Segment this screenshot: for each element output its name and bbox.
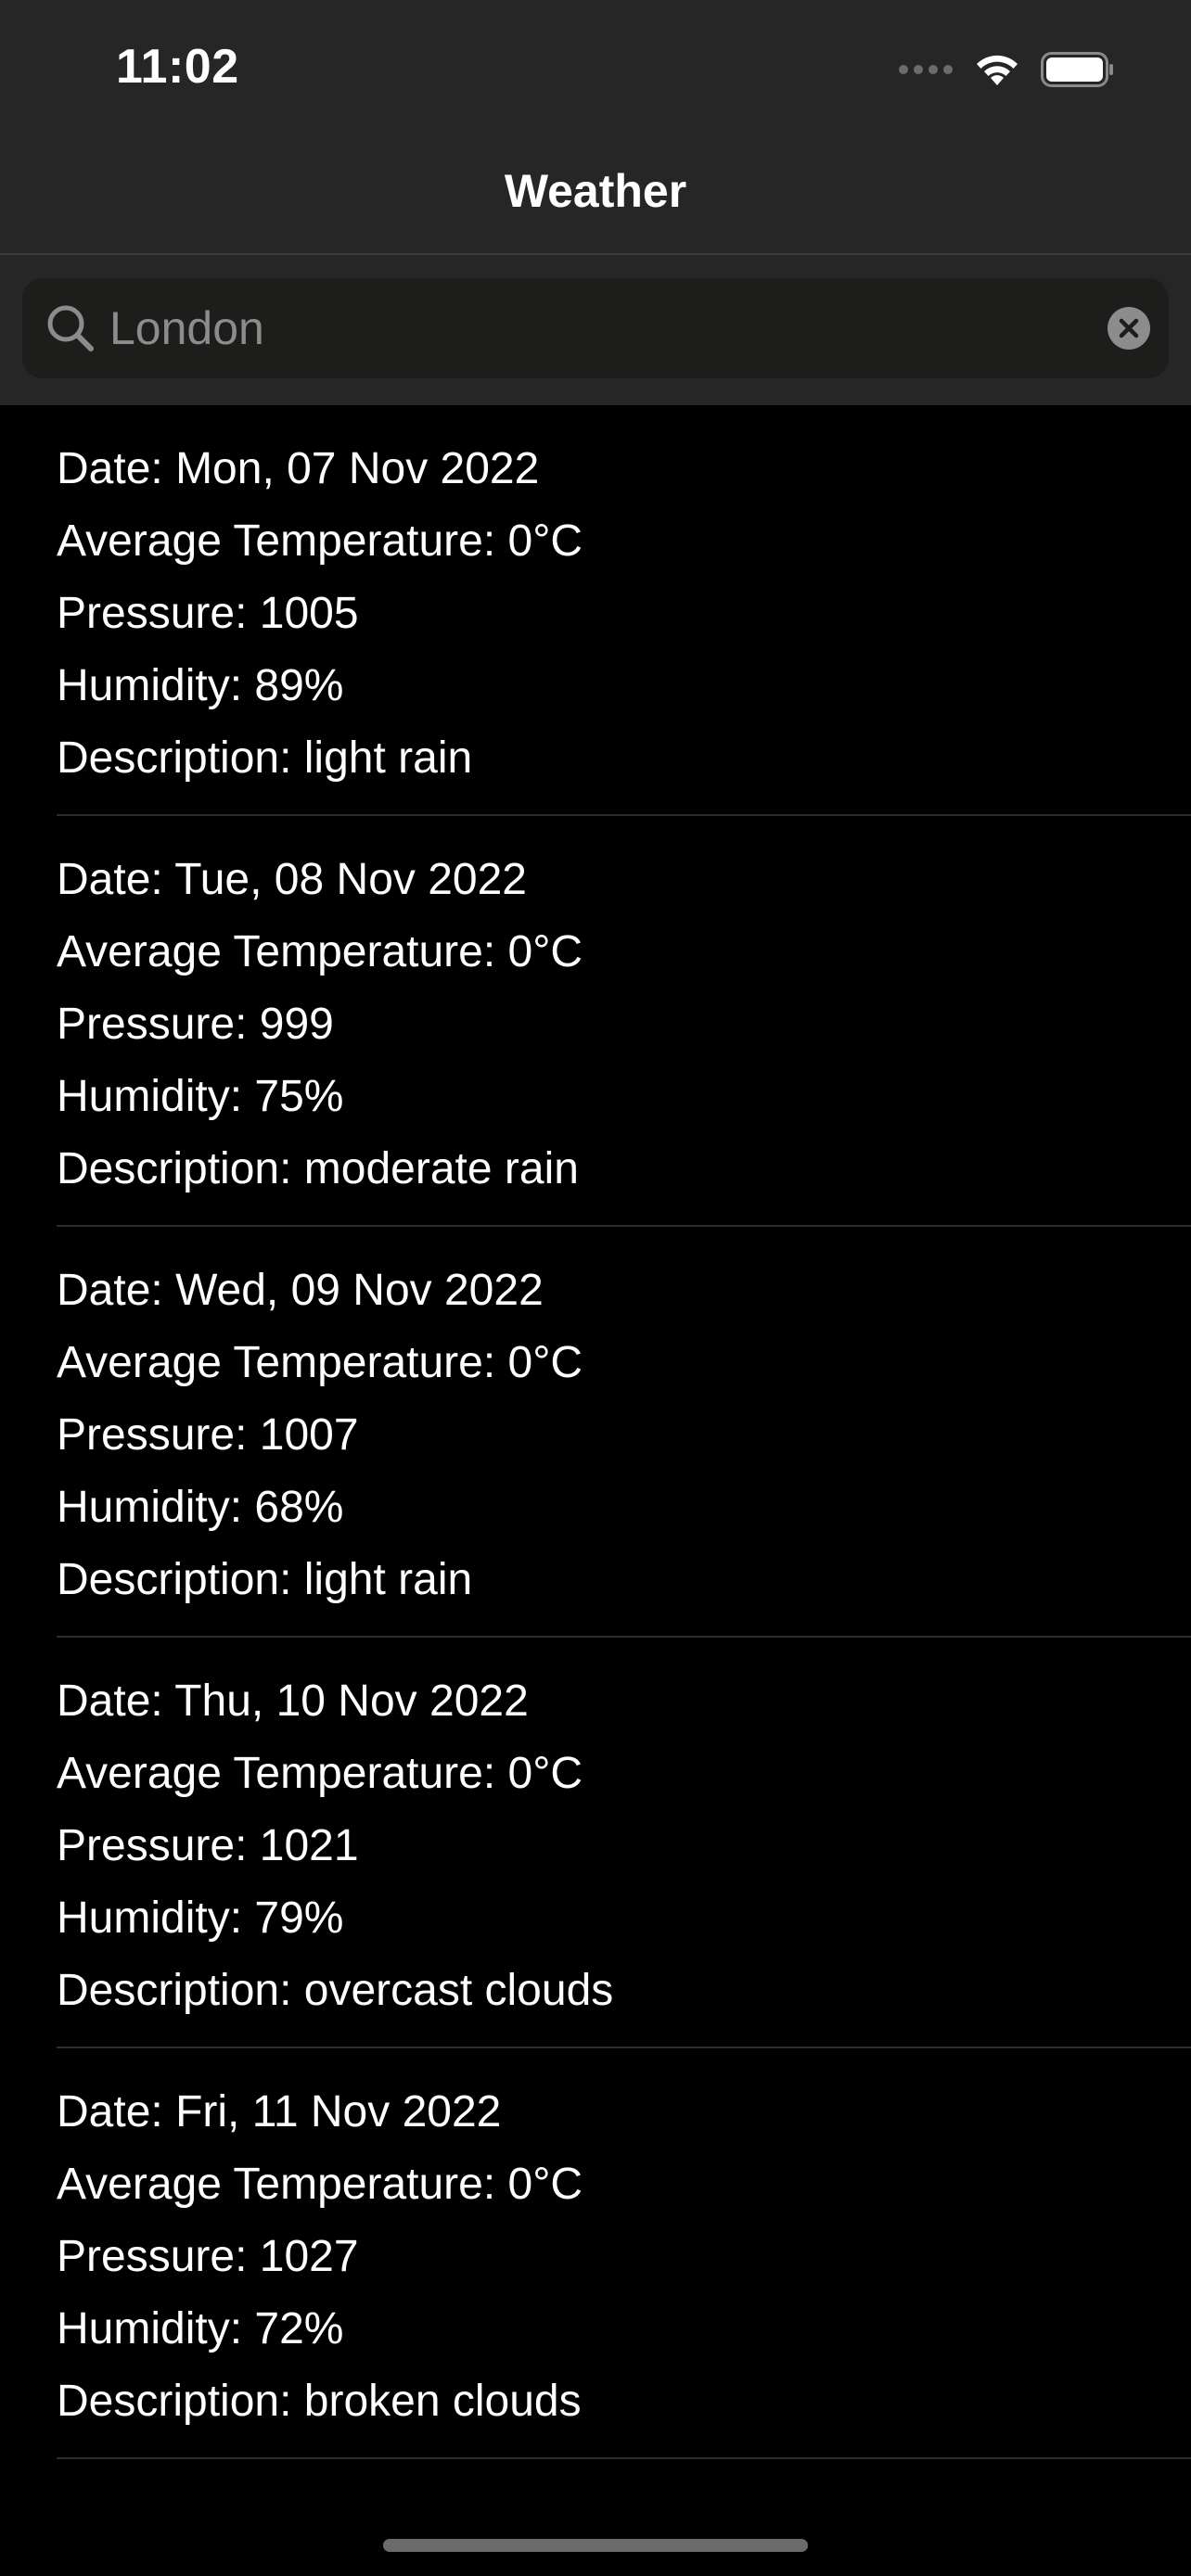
home-indicator[interactable] [383, 2539, 808, 2552]
forecast-description: Description: moderate rain [57, 1144, 579, 1193]
forecast-humidity: Humidity: 89% [57, 661, 344, 710]
forecast-details: Date: Tue, 08 Nov 2022 Average Temperatu… [57, 844, 583, 1205]
forecast-row[interactable]: Date: Tue, 08 Nov 2022 Average Temperatu… [0, 816, 1191, 1227]
forecast-date: Date: Wed, 09 Nov 2022 [57, 1266, 544, 1315]
forecast-humidity: Humidity: 68% [57, 1483, 344, 1532]
forecast-date: Date: Fri, 11 Nov 2022 [57, 2087, 502, 2136]
forecast-details: Date: Mon, 07 Nov 2022 Average Temperatu… [57, 433, 583, 795]
forecast-description: Description: light rain [57, 733, 473, 783]
status-icons [898, 48, 1115, 91]
forecast-details: Date: Thu, 10 Nov 2022 Average Temperatu… [57, 1665, 613, 2027]
forecast-avg-temperature: Average Temperature: 0°C [57, 2160, 583, 2209]
forecast-humidity: Humidity: 75% [57, 1072, 344, 1121]
forecast-row[interactable]: Date: Thu, 10 Nov 2022 Average Temperatu… [0, 1638, 1191, 2048]
search-bar[interactable] [22, 278, 1169, 378]
row-separator [57, 2457, 1191, 2459]
forecast-row[interactable]: Date: Wed, 09 Nov 2022 Average Temperatu… [0, 1227, 1191, 1638]
forecast-pressure: Pressure: 999 [57, 1000, 334, 1049]
wifi-icon [977, 55, 1018, 85]
clear-icon[interactable] [1108, 307, 1150, 350]
forecast-row[interactable]: Date: Mon, 07 Nov 2022 Average Temperatu… [0, 405, 1191, 816]
nav-divider [0, 253, 1191, 255]
forecast-date: Date: Thu, 10 Nov 2022 [57, 1677, 529, 1726]
forecast-description: Description: overcast clouds [57, 1966, 614, 2015]
forecast-avg-temperature: Average Temperature: 0°C [57, 1749, 583, 1798]
forecast-humidity: Humidity: 72% [57, 2304, 344, 2353]
forecast-row[interactable]: Date: Fri, 11 Nov 2022 Average Temperatu… [0, 2048, 1191, 2459]
page-title: Weather [504, 165, 687, 217]
forecast-avg-temperature: Average Temperature: 0°C [57, 516, 583, 566]
search-input[interactable] [109, 278, 1074, 378]
search-icon [47, 305, 94, 351]
forecast-pressure: Pressure: 1007 [57, 1410, 359, 1460]
top-bar: 11:02 Weather [0, 0, 1191, 405]
signal-dots-icon [899, 65, 953, 74]
forecast-list[interactable]: Date: Mon, 07 Nov 2022 Average Temperatu… [0, 405, 1191, 2459]
status-bar: 11:02 [0, 0, 1191, 134]
forecast-pressure: Pressure: 1021 [57, 1821, 359, 1870]
battery-icon [1041, 52, 1113, 87]
forecast-avg-temperature: Average Temperature: 0°C [57, 927, 583, 976]
forecast-avg-temperature: Average Temperature: 0°C [57, 1338, 583, 1387]
forecast-description: Description: broken clouds [57, 2377, 582, 2426]
forecast-details: Date: Fri, 11 Nov 2022 Average Temperatu… [57, 2076, 583, 2438]
forecast-date: Date: Mon, 07 Nov 2022 [57, 444, 540, 493]
forecast-pressure: Pressure: 1005 [57, 589, 359, 638]
forecast-description: Description: light rain [57, 1555, 473, 1604]
status-time: 11:02 [116, 40, 239, 94]
forecast-details: Date: Wed, 09 Nov 2022 Average Temperatu… [57, 1255, 583, 1616]
forecast-pressure: Pressure: 1027 [57, 2232, 359, 2281]
forecast-humidity: Humidity: 79% [57, 1894, 344, 1943]
forecast-date: Date: Tue, 08 Nov 2022 [57, 855, 527, 904]
